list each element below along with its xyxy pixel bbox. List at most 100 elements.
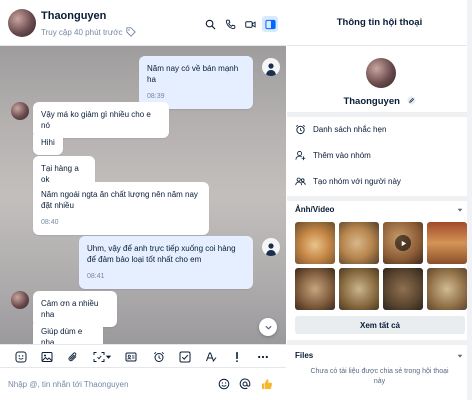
sidebar-panel-icon bbox=[264, 19, 276, 29]
message-text: Năm ngoái ngta ăn chất lượng nên năm nay… bbox=[41, 190, 198, 210]
contact-name-row: Thaonguyen bbox=[287, 96, 472, 107]
more-horizontal-icon bbox=[257, 355, 268, 358]
composer-toolbar bbox=[0, 344, 286, 368]
contact-name[interactable]: Thaonguyen bbox=[41, 10, 106, 22]
thumbs-up-icon bbox=[261, 378, 272, 389]
conversation-info-panel: Thông tin hội thoại Thaonguyen Danh sách… bbox=[287, 0, 472, 400]
screenshot-options-dropdown[interactable] bbox=[104, 350, 113, 363]
media-thumbnail[interactable] bbox=[339, 268, 379, 310]
divider bbox=[287, 112, 472, 117]
media-section-title[interactable]: Ảnh/Video bbox=[295, 205, 334, 214]
message-input[interactable] bbox=[8, 376, 208, 392]
contact-status: Truy cập 40 phút trước bbox=[41, 28, 123, 37]
message-list[interactable]: Năm nay có về bán mạnh ha 08:39 Vậy má k… bbox=[0, 46, 286, 344]
media-thumbnail[interactable] bbox=[383, 268, 423, 310]
my-avatar[interactable] bbox=[262, 58, 280, 76]
image-icon bbox=[41, 351, 52, 362]
media-thumbnail[interactable] bbox=[427, 268, 467, 310]
play-icon bbox=[395, 235, 411, 251]
contact-name: Thaonguyen bbox=[343, 96, 400, 107]
contact-avatar[interactable] bbox=[11, 291, 29, 309]
more-options-button[interactable] bbox=[256, 350, 269, 363]
message-composer bbox=[0, 368, 286, 400]
paperclip-icon bbox=[68, 351, 76, 361]
chat-pane: Thaonguyen Truy cập 40 phút trước Năm na… bbox=[0, 0, 286, 400]
message-bubble[interactable]: Hihi bbox=[33, 130, 63, 155]
call-button[interactable] bbox=[222, 16, 238, 32]
search-button[interactable] bbox=[202, 16, 218, 32]
video-call-button[interactable] bbox=[242, 16, 258, 32]
contact-avatar[interactable] bbox=[8, 9, 36, 37]
message-bubble[interactable]: Giúp dùm e nha bbox=[33, 319, 103, 344]
search-icon bbox=[205, 19, 215, 29]
action-label: Danh sách nhắc hẹn bbox=[313, 125, 387, 134]
edit-nickname-icon[interactable] bbox=[406, 96, 416, 105]
contact-card-icon bbox=[125, 352, 136, 361]
media-thumbnail[interactable] bbox=[295, 268, 335, 310]
action-label: Thêm vào nhóm bbox=[313, 151, 371, 160]
business-card-button[interactable] bbox=[124, 350, 137, 363]
caret-down-icon[interactable] bbox=[456, 206, 464, 214]
group-icon bbox=[295, 177, 306, 186]
message-text: Hihi bbox=[41, 138, 55, 147]
caret-down-icon bbox=[105, 355, 112, 359]
scroll-to-bottom-button[interactable] bbox=[259, 318, 277, 336]
sticker-icon bbox=[15, 351, 26, 362]
reminder-list-item[interactable]: Danh sách nhắc hẹn bbox=[295, 124, 386, 135]
chat-header: Thaonguyen Truy cập 40 phút trước bbox=[0, 0, 286, 46]
image-button[interactable] bbox=[40, 350, 53, 363]
alarm-clock-icon bbox=[295, 124, 306, 135]
media-thumbnail[interactable] bbox=[427, 222, 467, 264]
files-empty-message: Chưa có tài liệu được chia sẻ trong hội … bbox=[310, 368, 449, 385]
message-text: Uhm, vậy để anh trực tiếp xuống coi hàng… bbox=[87, 244, 236, 264]
message-text: Vậy má ko giảm gì nhiều cho e nó bbox=[41, 110, 151, 130]
message-text: Năm nay có về bán mạnh ha bbox=[147, 64, 239, 84]
panel-title: Thông tin hội thoại bbox=[287, 0, 472, 46]
divider bbox=[287, 340, 472, 345]
mention-button[interactable] bbox=[238, 377, 251, 390]
sticker-button[interactable] bbox=[14, 350, 27, 363]
panel-scrollbar[interactable] bbox=[467, 0, 472, 400]
urgent-message-button[interactable] bbox=[230, 350, 243, 363]
task-button[interactable] bbox=[178, 350, 191, 363]
message-time: 08:40 bbox=[41, 219, 59, 226]
see-all-media-button[interactable]: Xem tất cả bbox=[295, 316, 465, 334]
conversation-info-toggle[interactable] bbox=[262, 16, 278, 32]
add-user-icon bbox=[295, 151, 306, 161]
message-text: Tại hàng a ok bbox=[41, 164, 79, 184]
message-text: Giúp dùm e nha bbox=[41, 327, 83, 344]
add-to-group-item[interactable]: Thêm vào nhóm bbox=[295, 150, 371, 161]
media-thumbnail[interactable] bbox=[339, 222, 379, 264]
contact-avatar-large[interactable] bbox=[366, 58, 396, 88]
media-thumbnail[interactable] bbox=[383, 222, 423, 264]
media-grid bbox=[295, 222, 467, 310]
contact-avatar[interactable] bbox=[11, 102, 29, 120]
at-sign-icon bbox=[239, 378, 250, 389]
phone-icon bbox=[225, 19, 235, 29]
my-avatar[interactable] bbox=[262, 238, 280, 256]
media-thumbnail[interactable] bbox=[295, 222, 335, 264]
text-format-icon bbox=[205, 352, 216, 362]
emoji-icon bbox=[218, 378, 229, 389]
message-bubble[interactable]: Uhm, vậy để anh trực tiếp xuống coi hàng… bbox=[79, 236, 253, 289]
caret-down-icon[interactable] bbox=[456, 352, 464, 360]
chevron-down-icon bbox=[264, 325, 272, 330]
attach-file-button[interactable] bbox=[66, 350, 79, 363]
message-text: Cảm ơn a nhiều nha bbox=[41, 299, 99, 319]
video-camera-icon bbox=[244, 20, 256, 28]
files-section-title[interactable]: Files bbox=[295, 351, 313, 360]
tag-icon[interactable] bbox=[126, 27, 136, 37]
message-bubble[interactable]: Năm ngoái ngta ăn chất lượng nên năm nay… bbox=[33, 182, 209, 235]
create-group-item[interactable]: Tạo nhóm với người này bbox=[295, 176, 401, 187]
action-label: Tạo nhóm với người này bbox=[313, 177, 401, 186]
quick-like-button[interactable] bbox=[260, 377, 273, 390]
message-time: 08:41 bbox=[87, 273, 105, 280]
screenshot-icon bbox=[93, 351, 104, 362]
message-time: 08:39 bbox=[147, 93, 165, 100]
checkbox-task-icon bbox=[179, 351, 190, 362]
divider bbox=[287, 196, 472, 201]
alarm-clock-icon bbox=[153, 351, 164, 362]
text-format-button[interactable] bbox=[204, 350, 217, 363]
reminder-button[interactable] bbox=[152, 350, 165, 363]
emoji-button[interactable] bbox=[217, 377, 230, 390]
